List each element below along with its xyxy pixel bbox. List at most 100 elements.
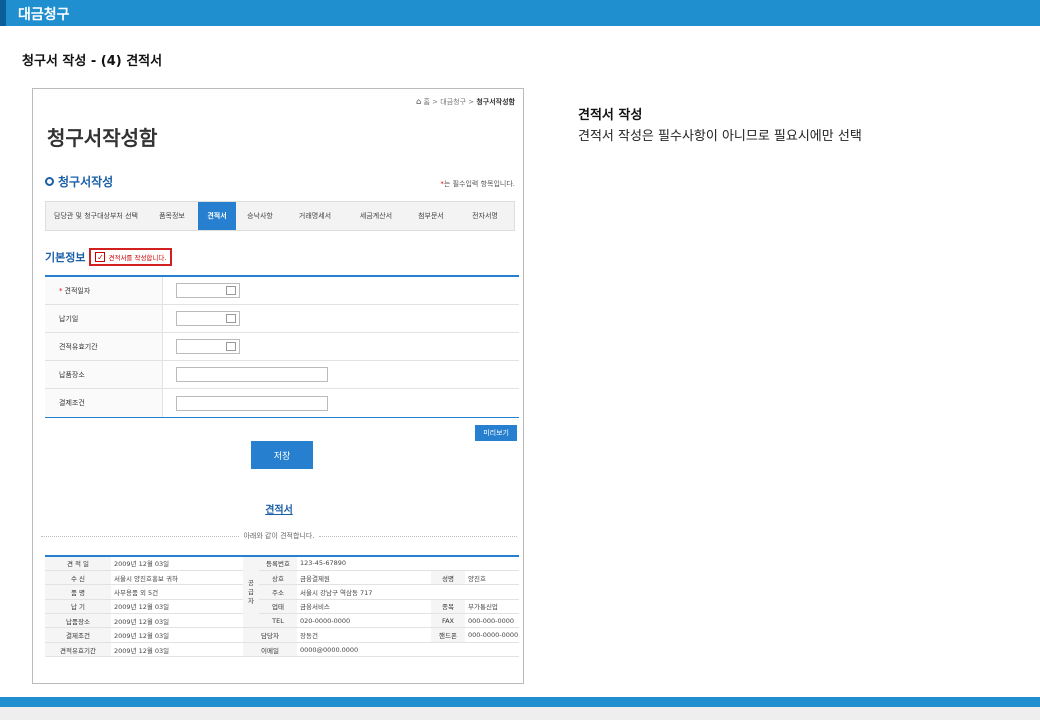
section-title: 청구서 작성 - (4) 견적서 bbox=[22, 54, 163, 69]
table-cell: 0000@0000.0000 bbox=[297, 642, 520, 658]
table-cell: 주소 bbox=[259, 584, 297, 600]
table-cell: 납품장소 bbox=[45, 613, 111, 629]
basic-info-header: 기본정보 ✓ 견적서를 작성합니다. bbox=[45, 248, 173, 266]
table-cell: 성명 bbox=[431, 570, 465, 586]
table-cell: 품 명 bbox=[45, 584, 111, 600]
form-row-delivery-place: 납품장소 bbox=[45, 361, 519, 389]
form-row-delivery-date: 납기일 bbox=[45, 305, 519, 333]
tab-acceptance[interactable]: 승낙사항 bbox=[236, 202, 284, 230]
tab-tax-invoice[interactable]: 세금계산서 bbox=[346, 202, 406, 230]
estimate-subtitle-text: 아래와 같이 견적합니다. bbox=[243, 532, 315, 540]
validity-label: 견적유효기간 bbox=[45, 333, 163, 360]
table-cell: 2009년 12월 03일 bbox=[111, 599, 243, 615]
delivery-place-input[interactable] bbox=[176, 367, 328, 382]
table-cell: 서울시 강남구 역삼동 717 bbox=[297, 584, 520, 600]
form-row-validity: 견적유효기간 bbox=[45, 333, 519, 361]
estimate-date-input[interactable] bbox=[176, 283, 240, 298]
table-cell: 종목 bbox=[431, 599, 465, 615]
write-estimate-checkbox[interactable]: ✓ bbox=[95, 252, 106, 262]
divider-right bbox=[318, 535, 518, 537]
table-cell: 업태 bbox=[259, 599, 297, 615]
preview-button[interactable]: 미리보기 bbox=[475, 425, 517, 441]
sub-title: 청구서작성 bbox=[45, 173, 113, 190]
validity-cell bbox=[163, 333, 519, 360]
footer-bar bbox=[0, 697, 1040, 707]
required-note: *는 필수입력 항목입니다. bbox=[440, 179, 515, 189]
breadcrumb-separator: > bbox=[432, 98, 439, 106]
table-cell: 2009년 12월 03일 bbox=[111, 613, 243, 629]
tab-item-info[interactable]: 품목정보 bbox=[146, 202, 198, 230]
table-cell: 등록번호 bbox=[259, 556, 297, 571]
table-row: 품 명 사무용품 외 5건 주소 서울시 강남구 역삼동 717 bbox=[45, 584, 520, 600]
table-cell: 020-0000-0000 bbox=[297, 613, 431, 629]
table-row: 납품장소 2009년 12월 03일 TEL 020-0000-0000 FAX… bbox=[45, 613, 520, 629]
divider-left bbox=[41, 535, 240, 537]
table-cell: 000-000-0000 bbox=[465, 613, 520, 629]
table-cell: 2009년 12월 03일 bbox=[111, 556, 243, 571]
payment-terms-input[interactable] bbox=[176, 395, 328, 411]
table-cell: 금융서비스 bbox=[297, 599, 431, 615]
table-cell: 담당자 bbox=[243, 627, 297, 643]
estimate-title: 견적서 bbox=[265, 505, 293, 516]
estimate-table: 견 적 일 2009년 12월 03일 공급자 등록번호 123-45-6789… bbox=[45, 555, 520, 658]
header-bar: 대금청구 bbox=[0, 0, 1040, 26]
payment-terms-label: 결제조건 bbox=[45, 389, 163, 417]
side-description: 견적서 작성은 필수사항이 아니므로 필요시에만 선택 bbox=[578, 129, 862, 144]
basic-info-label: 기본정보 bbox=[45, 251, 86, 264]
breadcrumb-separator: > bbox=[468, 98, 475, 106]
breadcrumb-home[interactable]: 홈 bbox=[423, 98, 429, 106]
tab-transaction-statement[interactable]: 거래명세서 bbox=[284, 202, 346, 230]
tab-manager-select[interactable]: 담당관 및 청구대상부처 선택 bbox=[46, 202, 146, 230]
required-note-text: 는 필수입력 항목입니다. bbox=[443, 180, 515, 188]
table-cell: 2009년 12월 03일 bbox=[111, 642, 243, 658]
table-cell: 000-0000-0000 bbox=[465, 627, 520, 643]
table-cell: 사무용품 외 5건 bbox=[111, 584, 243, 600]
table-row: 견적유효기간 2009년 12월 03일 이메일 0000@0000.0000 bbox=[45, 642, 520, 658]
estimate-subtitle: 아래와 같이 견적합니다. bbox=[33, 531, 523, 541]
step-tabs: 담당관 및 청구대상부처 선택 품목정보 견적서 승낙사항 거래명세서 세금계산… bbox=[45, 201, 515, 231]
delivery-place-cell bbox=[163, 361, 519, 388]
form-row-estimate-date: * 견적일자 bbox=[45, 277, 519, 305]
write-estimate-checkbox-highlight: ✓ 견적서를 작성합니다. bbox=[89, 248, 173, 266]
delivery-date-label: 납기일 bbox=[45, 305, 163, 332]
basic-info-form: * 견적일자 납기일 견적유효기간 납품장소 결제조건 bbox=[45, 275, 519, 418]
save-button[interactable]: 저장 bbox=[251, 441, 313, 469]
table-cell: 2009년 12월 03일 bbox=[111, 627, 243, 643]
table-cell: 이메일 bbox=[243, 642, 297, 658]
table-cell: 장동건 bbox=[297, 627, 431, 643]
table-cell: 견적유효기간 bbox=[45, 642, 111, 658]
delivery-date-input[interactable] bbox=[176, 311, 240, 326]
breadcrumb-mid[interactable]: 대금청구 bbox=[440, 98, 466, 106]
circle-bullet-icon bbox=[45, 177, 54, 186]
calendar-icon[interactable] bbox=[226, 342, 236, 351]
page-title: 청구서작성함 bbox=[47, 126, 158, 150]
delivery-date-cell bbox=[163, 305, 519, 332]
required-star: * bbox=[59, 286, 63, 295]
table-cell: 핸드폰 bbox=[431, 627, 465, 643]
tab-e-signature[interactable]: 전자서명 bbox=[456, 202, 514, 230]
payment-terms-cell bbox=[163, 389, 519, 417]
form-row-payment-terms: 결제조건 bbox=[45, 389, 519, 417]
table-row: 견 적 일 2009년 12월 03일 공급자 등록번호 123-45-6789… bbox=[45, 556, 520, 629]
write-estimate-checkbox-label[interactable]: 견적서를 작성합니다. bbox=[108, 252, 166, 262]
table-cell: 상호 bbox=[259, 570, 297, 586]
table-row: 수 신 서울시 양진호홍보 귀하 상호 금융결제원 성명 양진호 bbox=[45, 570, 520, 586]
calendar-icon[interactable] bbox=[226, 314, 236, 323]
calendar-icon[interactable] bbox=[226, 286, 236, 295]
table-cell: TEL bbox=[259, 613, 297, 629]
table-row: 납 기 2009년 12월 03일 업태 금융서비스 종목 부가통신업 bbox=[45, 599, 520, 615]
table-cell: 결제조건 bbox=[45, 627, 111, 643]
supplier-label: 공급자 bbox=[243, 556, 259, 629]
sub-title-text: 청구서작성 bbox=[58, 175, 114, 189]
tab-estimate[interactable]: 견적서 bbox=[198, 202, 236, 230]
table-cell: 수 신 bbox=[45, 570, 111, 586]
validity-input[interactable] bbox=[176, 339, 240, 354]
screenshot-frame: ⌂ 홈 > 대금청구 > 청구서작성함 청구서작성함 청구서작성 *는 필수입력… bbox=[32, 88, 524, 684]
table-cell: 123-45-67890 bbox=[297, 556, 520, 571]
side-title: 견적서 작성 bbox=[578, 108, 643, 123]
home-icon[interactable]: ⌂ bbox=[416, 97, 421, 106]
table-row: 결제조건 2009년 12월 03일 담당자 장동건 핸드폰 000-0000-… bbox=[45, 627, 520, 643]
breadcrumb-current: 청구서작성함 bbox=[476, 98, 515, 106]
tab-attachments[interactable]: 첨부문서 bbox=[406, 202, 456, 230]
estimate-date-label-text: 견적일자 bbox=[64, 286, 91, 295]
